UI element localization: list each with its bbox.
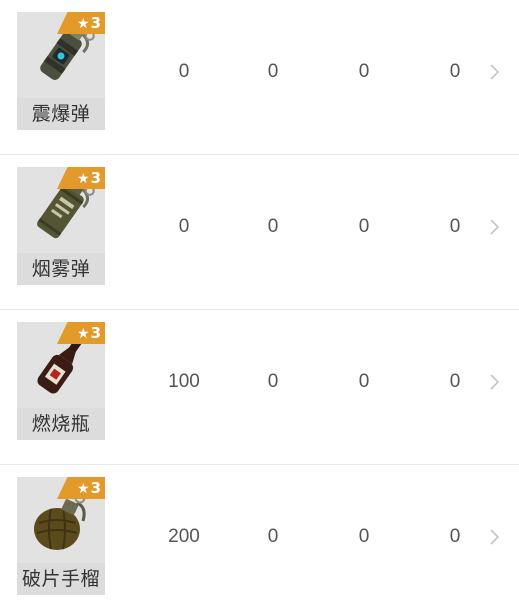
- chevron-right-icon[interactable]: [489, 373, 501, 391]
- item-card: ★3 烟雾弹: [17, 167, 105, 285]
- stat-value: 0: [358, 526, 370, 547]
- list-item-stun-grenade[interactable]: ★3 震爆弹 0 0 0 0: [0, 0, 519, 155]
- stat-value: 0: [449, 371, 461, 392]
- list-item-molotov[interactable]: ★3 燃烧瓶 100 0 0 0: [0, 310, 519, 465]
- item-name: 破片手榴: [17, 563, 105, 595]
- item-card: ★3 破片手榴: [17, 477, 105, 595]
- stat-value: 0: [449, 61, 461, 82]
- stat-value: 0: [267, 61, 279, 82]
- stat-value: 0: [267, 526, 279, 547]
- stat-value: 200: [168, 526, 200, 547]
- item-name: 烟雾弹: [17, 253, 105, 285]
- stat-value: 0: [267, 371, 279, 392]
- chevron-right-icon[interactable]: [489, 63, 501, 81]
- stat-value: 0: [178, 61, 190, 82]
- chevron-right-icon[interactable]: [489, 218, 501, 236]
- stat-value: 0: [358, 216, 370, 237]
- stat-value: 0: [178, 216, 190, 237]
- item-name: 燃烧瓶: [17, 408, 105, 440]
- stat-value: 100: [168, 371, 200, 392]
- stat-value: 0: [449, 216, 461, 237]
- item-card: ★3 震爆弹: [17, 12, 105, 130]
- item-name: 震爆弹: [17, 98, 105, 130]
- stat-value: 0: [267, 216, 279, 237]
- stat-value: 0: [358, 61, 370, 82]
- stat-value: 0: [358, 371, 370, 392]
- star-icon: ★: [77, 171, 90, 187]
- star-icon: ★: [77, 326, 90, 342]
- weapon-stats-list: ★3 震爆弹 0 0 0 0 ★3 烟雾弹 0 0 0 0 ★3 燃烧瓶 100…: [0, 0, 519, 600]
- item-card: ★3 燃烧瓶: [17, 322, 105, 440]
- stat-value: 0: [449, 526, 461, 547]
- list-item-frag-grenade[interactable]: ★3 破片手榴 200 0 0 0: [0, 465, 519, 600]
- star-icon: ★: [77, 16, 90, 32]
- star-icon: ★: [77, 481, 90, 497]
- list-item-smoke-grenade[interactable]: ★3 烟雾弹 0 0 0 0: [0, 155, 519, 310]
- chevron-right-icon[interactable]: [489, 528, 501, 546]
